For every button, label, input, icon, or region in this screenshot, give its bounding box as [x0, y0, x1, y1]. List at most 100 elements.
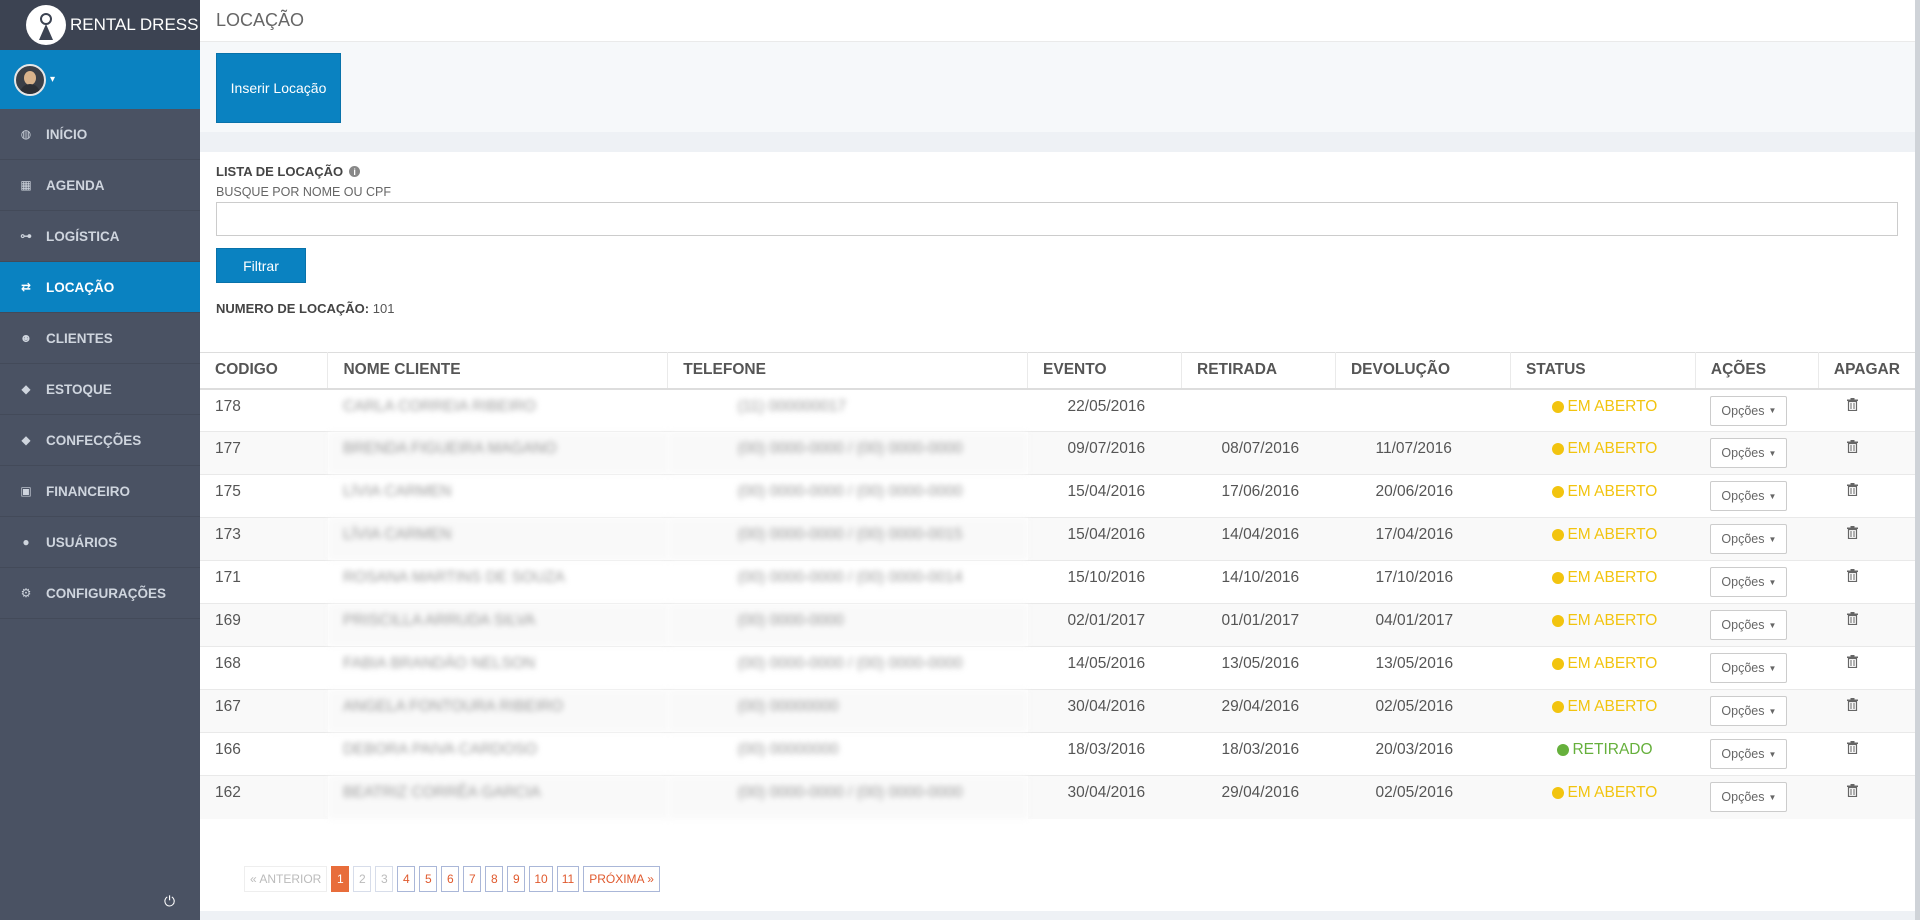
- sidebar: RENTAL DRESS ▾ ◍ INÍCIO ▦ AGENDA ⊶ LOGÍSTICA ⇄…: [0, 0, 200, 920]
- trash-icon[interactable]: [1833, 569, 1859, 585]
- pagination-page[interactable]: 10: [529, 865, 553, 892]
- sidebar-item-9[interactable]: ⚙ CONFIGURAÇÕES: [0, 568, 200, 619]
- status-text: EM ABERTO: [1567, 569, 1658, 586]
- panel-title-text: LISTA DE LOCAÇÃO: [216, 164, 344, 179]
- status-text: EM ABERTO: [1567, 655, 1658, 672]
- cell-actions: Opções ▼: [1695, 646, 1819, 690]
- cell-codigo: 167: [200, 689, 328, 733]
- cell-pickup-date: 29/04/2016: [1181, 689, 1336, 733]
- cell-phone: (00) 0000-0000 / (00) 0000-0000: [667, 474, 1028, 518]
- cell-phone: (00) 0000-0000 / (00) 0000-0014: [667, 560, 1028, 604]
- column-header: APAGAR: [1818, 352, 1915, 390]
- sidebar-item-label: USUÁRIOS: [46, 534, 118, 550]
- cell-delete: [1818, 689, 1915, 733]
- filter-button[interactable]: Filtrar: [216, 248, 306, 283]
- cell-return-date: 17/10/2016: [1335, 560, 1511, 604]
- cell-return-date: 02/05/2016: [1335, 689, 1511, 733]
- sidebar-item-6[interactable]: ◆ CONFECÇÕES: [0, 415, 200, 466]
- trash-icon[interactable]: [1833, 698, 1859, 714]
- cell-actions: Opções ▼: [1695, 388, 1819, 432]
- pagination-page[interactable]: 1: [331, 865, 350, 892]
- options-dropdown-button[interactable]: Opções ▼: [1710, 438, 1788, 468]
- sidebar-item-label: AGENDA: [46, 177, 105, 193]
- options-dropdown-button[interactable]: Opções ▼: [1710, 567, 1788, 597]
- trash-icon[interactable]: [1833, 526, 1859, 542]
- cell-return-date: 02/05/2016: [1335, 775, 1511, 819]
- pagination-page[interactable]: 7: [463, 865, 482, 892]
- options-dropdown-button[interactable]: Opções ▼: [1710, 739, 1788, 769]
- brand-name: RENTAL DRESS: [70, 15, 199, 34]
- cell-pickup-date: 17/06/2016: [1181, 474, 1336, 518]
- sidebar-item-4[interactable]: ☻ CLIENTES: [0, 313, 200, 364]
- trash-icon[interactable]: [1833, 440, 1859, 456]
- sidebar-item-2[interactable]: ⊶ LOGÍSTICA: [0, 211, 200, 262]
- status-text: EM ABERTO: [1567, 483, 1658, 500]
- cell-status: EM ABERTO: [1510, 388, 1696, 432]
- options-dropdown-button[interactable]: Opções ▼: [1710, 610, 1788, 640]
- avatar[interactable]: [14, 63, 46, 96]
- trash-icon[interactable]: [1833, 784, 1859, 800]
- options-dropdown-button[interactable]: Opções ▼: [1710, 653, 1788, 683]
- trash-icon[interactable]: [1833, 655, 1859, 671]
- pagination-page[interactable]: 3: [375, 865, 394, 892]
- cell-actions: Opções ▼: [1695, 431, 1819, 475]
- user-menu[interactable]: ▾: [0, 50, 200, 109]
- sidebar-item-label: ESTOQUE: [46, 381, 112, 397]
- table-row: 178 CARLA CORREIA RIBEIRO (11) 000000017 22…: [200, 388, 1915, 432]
- pagination-page[interactable]: 11: [556, 865, 580, 892]
- cell-phone: (00) 0000-0000: [667, 603, 1028, 647]
- pagination-page[interactable]: 2: [353, 865, 372, 892]
- scrollbar[interactable]: [1915, 0, 1920, 920]
- pagination-page[interactable]: 9: [507, 865, 526, 892]
- cell-client-name: LÍVIA CARMEN: [327, 517, 668, 561]
- page-title: LOCAÇÃO: [200, 0, 1915, 42]
- search-input[interactable]: [216, 202, 1898, 236]
- power-icon[interactable]: ⏻: [164, 893, 175, 910]
- cell-pickup-date: 01/01/2017: [1181, 603, 1336, 647]
- insert-rental-button[interactable]: Inserir Locação: [216, 53, 341, 123]
- sidebar-item-8[interactable]: ● USUÁRIOS: [0, 517, 200, 568]
- table-row: 167 ANGELA FONTOURA RIBEIRO (00) 00000000 3…: [200, 689, 1915, 733]
- pagination-next[interactable]: PRÓXIMA »: [583, 865, 660, 892]
- cell-event-date: 30/04/2016: [1027, 689, 1182, 733]
- info-icon[interactable]: i: [349, 166, 361, 177]
- pagination-prev[interactable]: « ANTERIOR: [244, 865, 328, 892]
- pagination-page[interactable]: 6: [441, 865, 460, 892]
- cell-actions: Opções ▼: [1695, 732, 1819, 776]
- brand[interactable]: RENTAL DRESS: [0, 0, 200, 50]
- options-dropdown-button[interactable]: Opções ▼: [1710, 524, 1788, 554]
- trash-icon[interactable]: [1833, 741, 1859, 757]
- cell-actions: Opções ▼: [1695, 775, 1819, 819]
- options-dropdown-button[interactable]: Opções ▼: [1710, 696, 1788, 726]
- status-badge: EM ABERTO: [1552, 784, 1657, 802]
- options-dropdown-button[interactable]: Opções ▼: [1710, 782, 1788, 812]
- status-badge: EM ABERTO: [1552, 569, 1657, 587]
- sidebar-item-0[interactable]: ◍ INÍCIO: [0, 109, 200, 160]
- cell-phone: (00) 0000-0000 / (00) 0000-0000: [667, 646, 1028, 690]
- cell-pickup-date: 08/07/2016: [1181, 431, 1336, 475]
- pagination-page[interactable]: 8: [485, 865, 504, 892]
- cell-pickup-date: 29/04/2016: [1181, 775, 1336, 819]
- options-dropdown-button[interactable]: Opções ▼: [1710, 395, 1788, 426]
- chevron-down-icon[interactable]: ▾: [50, 74, 55, 85]
- sidebar-item-5[interactable]: ◆ ESTOQUE: [0, 364, 200, 415]
- cell-pickup-date: 14/10/2016: [1181, 560, 1336, 604]
- trash-icon[interactable]: [1833, 397, 1859, 414]
- cell-client-name: FABIA BRANDÃO NELSON: [327, 646, 668, 690]
- status-text: RETIRADO: [1572, 741, 1653, 758]
- cell-status: EM ABERTO: [1510, 603, 1696, 647]
- rental-list-panel: LISTA DE LOCAÇÃO i BUSQUE POR NOME OU CP…: [200, 152, 1915, 352]
- pagination-page[interactable]: 5: [419, 865, 438, 892]
- sidebar-item-3[interactable]: ⇄ LOCAÇÃO: [0, 262, 200, 313]
- sidebar-item-1[interactable]: ▦ AGENDA: [0, 160, 200, 211]
- trash-icon[interactable]: [1833, 612, 1859, 628]
- caret-down-icon: ▼: [1768, 749, 1777, 759]
- options-label: Opções: [1721, 704, 1765, 718]
- dress-logo-icon: [26, 5, 66, 45]
- sidebar-item-7[interactable]: ▣ FINANCEIRO: [0, 466, 200, 517]
- trash-icon[interactable]: [1833, 483, 1859, 499]
- cell-return-date: 11/07/2016: [1335, 431, 1511, 475]
- options-dropdown-button[interactable]: Opções ▼: [1710, 481, 1788, 511]
- status-dot-icon: [1552, 615, 1565, 627]
- pagination-page[interactable]: 4: [397, 865, 416, 892]
